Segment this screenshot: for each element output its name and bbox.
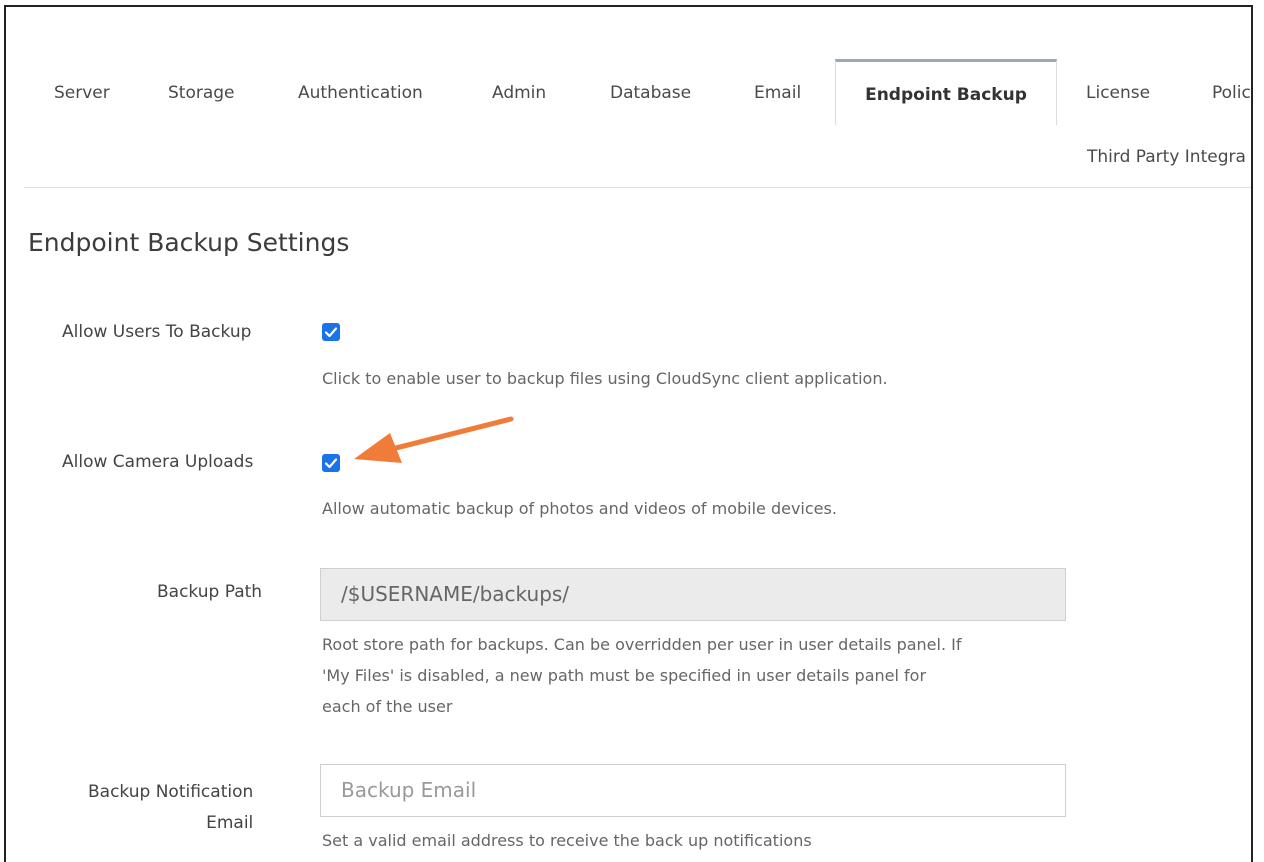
allow-users-backup-checkbox[interactable] bbox=[322, 323, 340, 341]
backup-path-input[interactable]: /$USERNAME/backups/ bbox=[320, 568, 1066, 621]
tab-admin[interactable]: Admin bbox=[492, 83, 546, 103]
tab-endpoint-backup[interactable]: Endpoint Backup bbox=[835, 59, 1057, 125]
tab-authentication[interactable]: Authentication bbox=[298, 83, 423, 103]
settings-tabs: Server Storage Authentication Admin Data… bbox=[6, 7, 1251, 197]
tab-storage[interactable]: Storage bbox=[168, 83, 235, 103]
allow-users-backup-help: Click to enable user to backup files usi… bbox=[322, 369, 888, 388]
checkmark-icon bbox=[324, 327, 338, 338]
section-title: Endpoint Backup Settings bbox=[28, 228, 350, 257]
tab-license[interactable]: License bbox=[1086, 83, 1150, 103]
settings-panel: Server Storage Authentication Admin Data… bbox=[4, 5, 1253, 862]
tabs-divider bbox=[24, 187, 1251, 188]
backup-path-help-line: 'My Files' is disabled, a new path must … bbox=[322, 666, 927, 685]
label-line: Backup Notification bbox=[88, 782, 254, 802]
backup-path-help: Root store path for backups. Can be over… bbox=[322, 629, 961, 722]
tab-server[interactable]: Server bbox=[54, 83, 110, 103]
backup-notification-email-label: Backup Notification Email bbox=[88, 777, 253, 839]
tab-policies[interactable]: Polici bbox=[1212, 83, 1251, 103]
annotation-arrow-icon bbox=[354, 416, 514, 463]
allow-users-backup-label: Allow Users To Backup bbox=[62, 322, 252, 342]
backup-notification-email-input[interactable]: Backup Email bbox=[320, 764, 1066, 817]
tab-email[interactable]: Email bbox=[754, 83, 801, 103]
allow-camera-uploads-checkbox[interactable] bbox=[322, 454, 340, 472]
backup-path-help-line: Root store path for backups. Can be over… bbox=[322, 635, 962, 654]
backup-path-label: Backup Path bbox=[157, 582, 263, 602]
allow-camera-uploads-label: Allow Camera Uploads bbox=[62, 452, 254, 472]
backup-notification-email-help: Set a valid email address to receive the… bbox=[322, 831, 812, 850]
label-line: Email bbox=[206, 813, 254, 833]
checkmark-icon bbox=[324, 458, 338, 469]
tab-third-party-integrations[interactable]: Third Party Integra bbox=[1087, 147, 1246, 167]
allow-camera-uploads-help: Allow automatic backup of photos and vid… bbox=[322, 499, 837, 518]
backup-path-help-line: each of the user bbox=[322, 697, 453, 716]
tab-database[interactable]: Database bbox=[610, 83, 691, 103]
